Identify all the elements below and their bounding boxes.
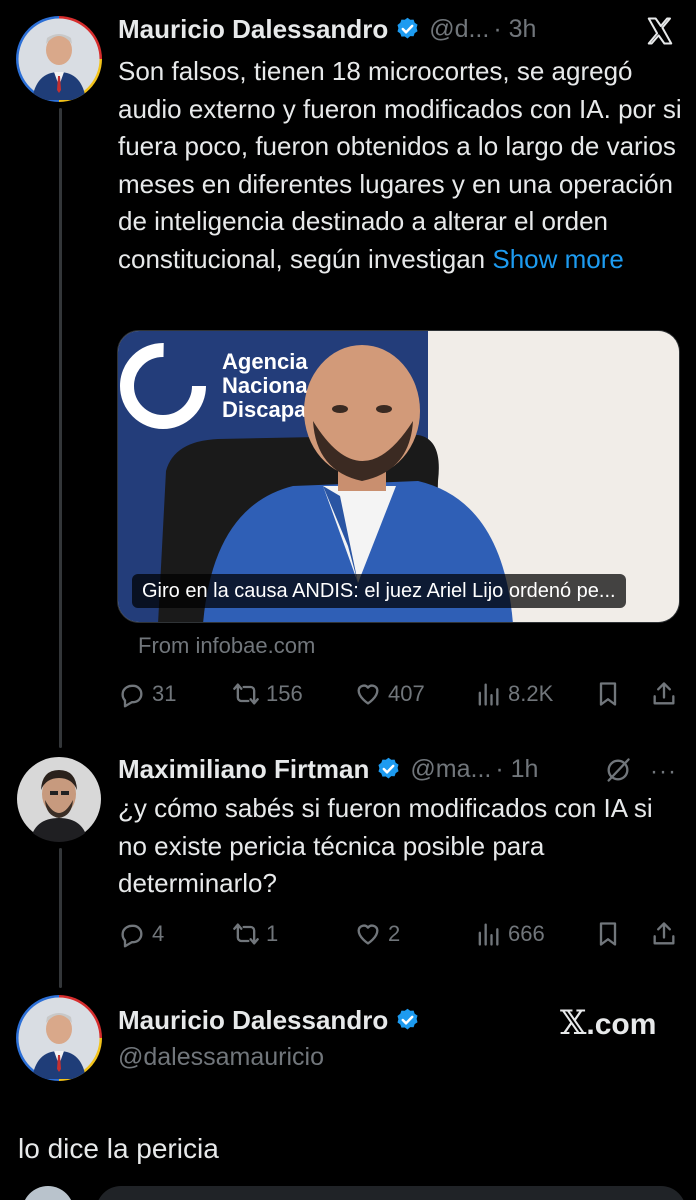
reply-button[interactable]: 31 — [118, 677, 176, 711]
tweet3-handle[interactable]: @dalessamauricio — [118, 1043, 324, 1072]
repost-icon — [233, 923, 259, 945]
bookmark-icon — [599, 922, 617, 946]
views-icon — [478, 923, 499, 946]
share-icon — [653, 682, 675, 705]
verified-icon — [397, 1008, 418, 1030]
like-count: 407 — [388, 681, 425, 706]
x-logo-icon: 𝕏 — [560, 1003, 587, 1043]
tweet3-header: Mauricio Dalessandro — [118, 1005, 421, 1036]
tweet1-actions: 31 156 407 8.2K — [118, 677, 684, 711]
reply-icon — [121, 924, 143, 948]
tweet1-header: Mauricio Dalessandro @d... · 3h — [118, 14, 536, 45]
tweet2-actions: 4 1 2 666 — [118, 917, 684, 951]
views-count: 666 — [508, 921, 545, 946]
card-caption: Giro en la causa ANDIS: el juez Ariel Li… — [132, 574, 626, 608]
tweet2-handle[interactable]: @ma... — [410, 755, 491, 784]
card-sign-line1: Agencia — [222, 349, 308, 374]
x-logo-icon[interactable] — [645, 16, 675, 46]
reply-input[interactable] — [96, 1186, 686, 1200]
verified-icon — [397, 17, 418, 39]
repost-button[interactable]: 156 — [232, 677, 303, 711]
tweet1-time[interactable]: · 3h — [493, 15, 536, 44]
thread-line-1 — [59, 108, 62, 748]
show-more-link[interactable]: Show more — [492, 244, 624, 274]
tweet2-text: ¿y cómo sabés si fueron modificados con … — [118, 793, 653, 898]
tweet1-author-name[interactable]: Mauricio Dalessandro — [118, 14, 388, 45]
thread-line-2 — [59, 848, 62, 988]
reply-icon — [121, 684, 143, 708]
views-button[interactable]: 666 — [474, 917, 545, 951]
tweet2-author-name[interactable]: Maximiliano Firtman — [118, 754, 369, 785]
tweet1-body: Son falsos, tienen 18 microcortes, se ag… — [118, 56, 682, 274]
link-card[interactable]: Agencia Naciona Discapa Giro en la causa… — [117, 330, 680, 623]
bookmark-button[interactable] — [594, 917, 622, 951]
avatar-mauricio-dalessandro[interactable] — [16, 995, 102, 1081]
like-button[interactable]: 2 — [354, 917, 400, 951]
tweet1-handle[interactable]: @d... — [429, 15, 489, 44]
views-count: 8.2K — [508, 681, 554, 706]
reply-count: 4 — [152, 921, 165, 946]
tweet2-time[interactable]: · 1h — [495, 755, 538, 784]
grok-icon[interactable] — [604, 756, 632, 784]
reply-count: 31 — [152, 681, 177, 706]
tweet1-text: Son falsos, tienen 18 microcortes, se ag… — [118, 53, 684, 278]
repost-icon — [233, 683, 259, 705]
bookmark-icon — [599, 682, 617, 706]
x-com-brand: 𝕏.com — [560, 1003, 656, 1043]
like-icon — [357, 924, 379, 945]
tweet3-author-name[interactable]: Mauricio Dalessandro — [118, 1005, 388, 1036]
repost-count: 1 — [266, 921, 279, 946]
tweet2-header: Maximiliano Firtman @ma... · 1h — [118, 754, 538, 785]
x-com-text: .com — [586, 1008, 657, 1041]
repost-button[interactable]: 1 — [232, 917, 278, 951]
card-sign-line2: Naciona — [222, 373, 308, 398]
like-count: 2 — [388, 921, 401, 946]
card-source[interactable]: From infobae.com — [138, 633, 315, 659]
like-button[interactable]: 407 — [354, 677, 425, 711]
verified-icon — [378, 757, 399, 779]
bookmark-button[interactable] — [594, 677, 622, 711]
avatar-mauricio-dalessandro[interactable] — [16, 16, 102, 102]
tweet3-text: lo dice la pericia — [18, 1133, 219, 1164]
card-sign-line3: Discapa — [222, 397, 307, 422]
repost-count: 156 — [266, 681, 303, 706]
reply-button[interactable]: 4 — [118, 917, 164, 951]
avatar-maximiliano-firtman[interactable] — [16, 756, 102, 842]
share-button[interactable] — [650, 677, 678, 711]
more-options-button[interactable]: ··· — [650, 758, 677, 786]
views-button[interactable]: 8.2K — [474, 677, 553, 711]
user-avatar[interactable] — [22, 1186, 74, 1200]
share-button[interactable] — [650, 917, 678, 951]
like-icon — [357, 684, 379, 705]
share-icon — [653, 922, 675, 945]
views-icon — [478, 683, 499, 706]
